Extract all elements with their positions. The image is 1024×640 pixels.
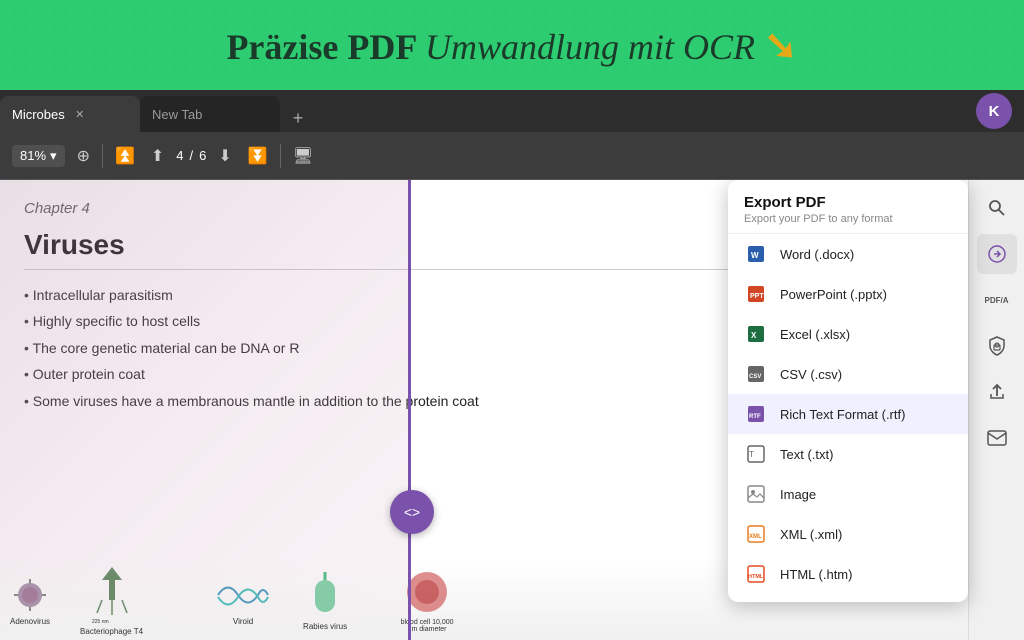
- export-rtf-label: Rich Text Format (.rtf): [780, 407, 905, 422]
- right-sidebar: PDF/A: [968, 180, 1024, 640]
- csv-icon: CSV: [744, 362, 768, 386]
- export-ppt-label: PowerPoint (.pptx): [780, 287, 887, 302]
- txt-icon: T: [744, 442, 768, 466]
- code-icon: <>: [404, 504, 420, 520]
- svg-text:RTF: RTF: [749, 414, 761, 420]
- tab-newtab-label: New Tab: [152, 107, 202, 122]
- banner: Präzise PDF Umwandlung mit OCR ➘: [0, 0, 1024, 90]
- export-dropdown: Export PDF Export your PDF to any format…: [728, 180, 968, 602]
- code-toggle-button[interactable]: <>: [390, 490, 434, 534]
- present-button[interactable]: 🖥: [289, 142, 317, 170]
- export-html-label: HTML (.htm): [780, 567, 852, 582]
- tab-bar: Microbes ✕ New Tab + K: [0, 90, 1024, 132]
- svg-text:XML: XML: [749, 534, 762, 540]
- pdfa-button[interactable]: PDF/A: [977, 280, 1017, 320]
- rtf-icon: RTF: [744, 402, 768, 426]
- adenovirus-item: Adenovirus: [10, 575, 50, 626]
- avatar[interactable]: K: [976, 93, 1012, 129]
- export-subtitle: Export your PDF to any format: [744, 213, 952, 225]
- export-ppt[interactable]: PPT PowerPoint (.pptx): [728, 274, 968, 314]
- svg-text:W: W: [751, 251, 759, 260]
- export-word[interactable]: W Word (.docx): [728, 234, 968, 274]
- export-excel-label: Excel (.xlsx): [780, 327, 850, 342]
- word-icon: W: [744, 242, 768, 266]
- export-header: Export PDF Export your PDF to any format: [728, 180, 968, 234]
- main-area: Chapter 4 Viruses Intracellular parasiti…: [0, 180, 1024, 640]
- xml-icon: XML: [744, 522, 768, 546]
- last-page-button[interactable]: ⏬: [244, 142, 272, 170]
- export-html[interactable]: HTML HTML (.htm): [728, 554, 968, 594]
- export-xml[interactable]: XML XML (.xml): [728, 514, 968, 554]
- search-button[interactable]: [977, 188, 1017, 228]
- tab-microbes-label: Microbes: [12, 107, 65, 122]
- ppt-icon: PPT: [744, 282, 768, 306]
- protect-button[interactable]: [977, 326, 1017, 366]
- next-page-button[interactable]: ⬇: [214, 142, 235, 170]
- convert-button[interactable]: [977, 234, 1017, 274]
- export-txt-label: Text (.txt): [780, 447, 833, 462]
- export-rtf[interactable]: RTF Rich Text Format (.rtf): [728, 394, 968, 434]
- html-icon: HTML: [744, 562, 768, 586]
- new-tab-button[interactable]: +: [284, 104, 312, 132]
- separator-1: [102, 144, 103, 168]
- export-image[interactable]: Image: [728, 474, 968, 514]
- rabies-item: Rabies virus: [303, 570, 347, 631]
- pdfa-group: PDF/A: [977, 280, 1017, 320]
- svg-text:T: T: [749, 450, 754, 459]
- first-page-button[interactable]: ⏫: [111, 142, 139, 170]
- export-txt[interactable]: T Text (.txt): [728, 434, 968, 474]
- svg-text:225 nm: 225 nm: [92, 619, 109, 625]
- bacteriophage-item: 225 nm Bacteriophage T4: [80, 565, 143, 636]
- export-word-label: Word (.docx): [780, 247, 854, 262]
- export-csv[interactable]: CSV CSV (.csv): [728, 354, 968, 394]
- zoom-value: 81%: [20, 148, 46, 163]
- zoom-in-button[interactable]: ⊕: [73, 142, 94, 170]
- page-total: 6: [199, 148, 206, 163]
- svg-text:CSV: CSV: [749, 374, 761, 380]
- share-button[interactable]: [977, 372, 1017, 412]
- toolbar: 81% ▾ ⊕ ⏫ ⬆ 4 / 6 ⬇ ⏬ 🖥: [0, 132, 1024, 180]
- zoom-control[interactable]: 81% ▾: [12, 145, 65, 167]
- export-image-label: Image: [780, 487, 816, 502]
- svg-text:X: X: [751, 331, 757, 340]
- purple-divider: [408, 180, 411, 640]
- image-icon: [744, 482, 768, 506]
- separator-2: [280, 144, 281, 168]
- tab-microbes[interactable]: Microbes ✕: [0, 96, 140, 132]
- export-xml-label: XML (.xml): [780, 527, 842, 542]
- bloodcell-item: blood cell 10,000 um diameter: [397, 567, 457, 633]
- page-current: 4: [176, 148, 183, 163]
- svg-text:PPT: PPT: [750, 293, 764, 300]
- export-excel[interactable]: X Excel (.xlsx): [728, 314, 968, 354]
- page-separator: /: [190, 148, 194, 163]
- svg-text:HTML: HTML: [748, 574, 764, 580]
- excel-icon: X: [744, 322, 768, 346]
- viroid-item: Viroid: [213, 575, 273, 626]
- page-navigation: 4 / 6: [176, 148, 206, 163]
- browser-window: Microbes ✕ New Tab + K 81% ▾ ⊕ ⏫ ⬆ 4 / 6…: [0, 90, 1024, 640]
- banner-text: Präzise PDF Umwandlung mit OCR ➘: [226, 22, 797, 69]
- tab-close-microbes[interactable]: ✕: [73, 107, 87, 121]
- prev-page-button[interactable]: ⬆: [147, 142, 168, 170]
- zoom-dropdown-icon: ▾: [50, 148, 57, 164]
- email-button[interactable]: [977, 418, 1017, 458]
- export-csv-label: CSV (.csv): [780, 367, 842, 382]
- tab-new-tab[interactable]: New Tab: [140, 96, 280, 132]
- export-title: Export PDF: [744, 194, 952, 211]
